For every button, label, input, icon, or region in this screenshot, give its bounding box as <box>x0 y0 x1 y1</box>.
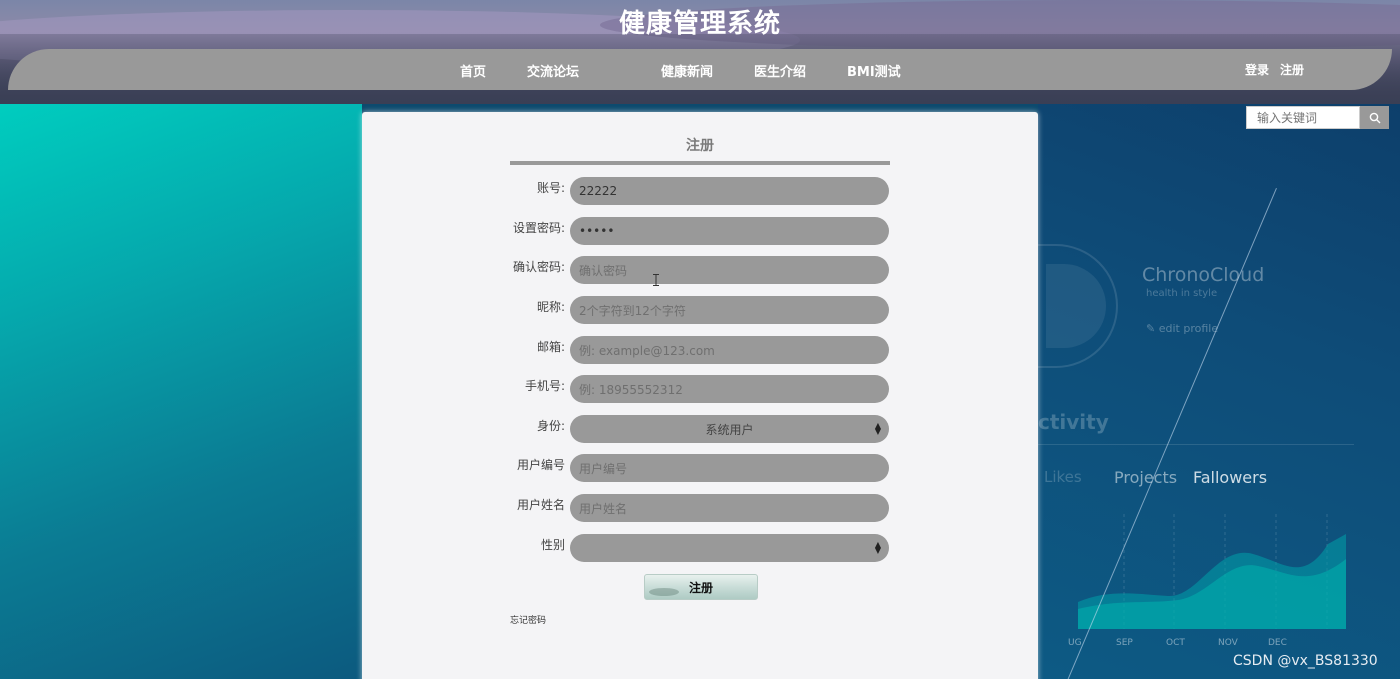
form-row-user-name: 用户姓名 用户姓名 <box>362 494 1038 522</box>
nav-doctors[interactable]: 医生介绍 <box>754 61 806 80</box>
form-row-account: 账号: 22222 <box>362 177 1038 205</box>
watermark-text: CSDN @vx_BS81330 <box>1233 653 1378 669</box>
form-row-identity: 身份: 系统用户 ▲ ▼ <box>362 415 1038 443</box>
confirm-password-label: 确认密码: <box>512 260 565 274</box>
identity-selected-value: 系统用户 <box>705 422 754 437</box>
email-input[interactable]: 例: example@123.com <box>570 336 889 364</box>
site-title: 健康管理系统 <box>618 9 781 39</box>
bg-month-label: NOV <box>1218 638 1238 648</box>
search-button[interactable] <box>1360 106 1389 129</box>
register-panel: 注册 账号: 22222 设置密码: ••••• 确认密码: 确认密码 昵称: … <box>362 112 1038 679</box>
bg-month-label: DEC <box>1268 638 1287 648</box>
account-label: 账号: <box>536 181 565 195</box>
account-input[interactable]: 22222 <box>570 177 889 205</box>
bg-tab-projects: Projects <box>1114 468 1178 487</box>
nav-health-news[interactable]: 健康新闻 <box>661 61 713 80</box>
bg-activity-text: ctivity <box>1038 410 1109 434</box>
forgot-password-link[interactable]: 忘记密码 <box>510 613 546 626</box>
text-cursor-icon <box>653 274 659 286</box>
nav-bmi-test[interactable]: BMI测试 <box>847 61 901 80</box>
button-decoration <box>649 588 679 596</box>
login-link[interactable]: 登录 <box>1245 61 1269 78</box>
form-row-phone: 手机号: 例: 18955552312 <box>362 375 1038 403</box>
form-row-email: 邮箱: 例: example@123.com <box>362 336 1038 364</box>
user-name-input[interactable]: 用户姓名 <box>570 494 889 522</box>
email-label: 邮箱: <box>536 340 565 354</box>
select-arrows-icon: ▲ ▼ <box>874 421 881 436</box>
form-row-nickname: 昵称: 2个字符到12个字符 <box>362 296 1038 324</box>
user-name-label: 用户姓名 <box>516 498 565 512</box>
bg-tab-followers: Fallowers <box>1193 468 1268 487</box>
user-number-label: 用户编号 <box>516 458 565 472</box>
navbar: 首页 交流论坛 健康新闻 医生介绍 BMI测试 登录 注册 <box>8 49 1392 90</box>
bg-month-label: UG <box>1068 638 1082 648</box>
identity-select[interactable]: 系统用户 ▲ ▼ <box>570 415 889 443</box>
phone-input[interactable]: 例: 18955552312 <box>570 375 889 403</box>
nav-home[interactable]: 首页 <box>460 61 486 80</box>
site-header: 健康管理系统 首页 交流论坛 健康新闻 医生介绍 BMI测试 登录 注册 <box>0 0 1400 104</box>
confirm-password-input[interactable]: 确认密码 <box>570 256 889 284</box>
bg-month-label: SEP <box>1116 638 1133 648</box>
search-icon <box>1369 112 1380 123</box>
bg-edit-text: ✎ edit profile <box>1146 322 1219 335</box>
user-number-input[interactable]: 用户编号 <box>570 454 889 482</box>
gender-select[interactable]: ▲ ▼ <box>570 534 889 562</box>
select-arrows-icon: ▲ ▼ <box>874 540 881 555</box>
bg-tab-likes: Likes <box>1044 468 1082 486</box>
background-right: ChronoCloud health in style ✎ edit profi… <box>1038 104 1400 679</box>
form-row-password: 设置密码: ••••• <box>362 217 1038 245</box>
form-title: 注册 <box>686 138 714 154</box>
register-submit-button[interactable]: 注册 <box>644 574 758 600</box>
bg-divider <box>1038 444 1354 445</box>
search-box <box>1246 106 1389 129</box>
register-submit-label: 注册 <box>688 580 713 595</box>
phone-label: 手机号: <box>524 379 565 393</box>
nickname-input[interactable]: 2个字符到12个字符 <box>570 296 889 324</box>
register-link[interactable]: 注册 <box>1280 61 1304 78</box>
form-row-gender: 性别 ▲ ▼ <box>362 534 1038 562</box>
identity-label: 身份: <box>536 419 565 433</box>
title-divider <box>510 161 890 165</box>
bg-tagline-text: health in style <box>1146 288 1218 299</box>
bg-area-chart <box>1078 514 1346 629</box>
background-left <box>0 104 362 679</box>
password-input[interactable]: ••••• <box>570 217 889 245</box>
bg-month-label: OCT <box>1166 638 1185 648</box>
form-row-confirm-password: 确认密码: 确认密码 <box>362 256 1038 284</box>
nav-forum[interactable]: 交流论坛 <box>527 61 579 80</box>
form-row-user-number: 用户编号 用户编号 <box>362 454 1038 482</box>
password-label: 设置密码: <box>512 221 565 235</box>
search-input[interactable] <box>1246 106 1360 129</box>
bg-brand-text: ChronoCloud <box>1142 264 1265 286</box>
edit-icon: ✎ <box>1146 322 1156 335</box>
nickname-label: 昵称: <box>536 300 565 314</box>
gender-label: 性别 <box>540 538 565 552</box>
